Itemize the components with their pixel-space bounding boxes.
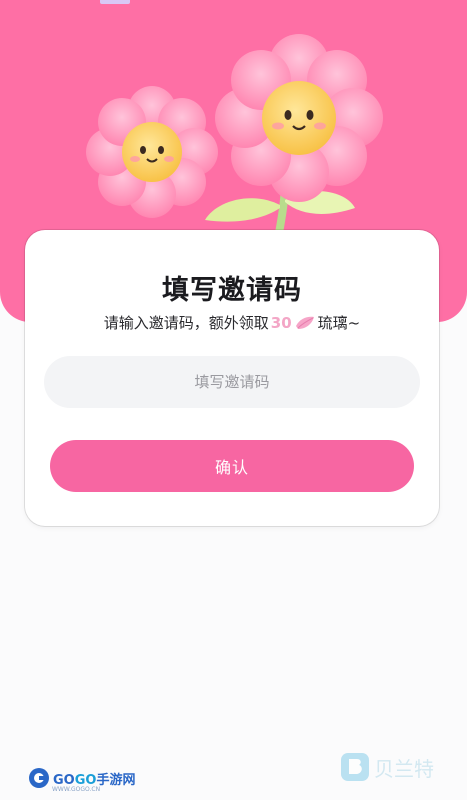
gogo-logo-icon	[29, 768, 49, 788]
invite-code-input[interactable]	[44, 356, 420, 408]
confirm-button[interactable]: 确认	[50, 440, 414, 492]
reward-amount: 30	[270, 313, 292, 332]
brand-logo-icon	[341, 753, 369, 781]
watermark-site-name: 手游网	[96, 772, 136, 788]
card-title: 填写邀请码	[162, 275, 302, 306]
subtitle-suffix: 琉璃~	[317, 314, 361, 332]
subtitle-prefix: 请输入邀请码，额外领取	[103, 314, 269, 332]
card-subtitle: 请输入邀请码，额外领取 30 琉璃~	[25, 312, 439, 333]
status-bar-indicator	[100, 0, 130, 4]
right-watermark: 贝兰特	[340, 752, 434, 782]
petal-icon	[295, 316, 314, 329]
watermark-url: WWW.GOGO.CN	[52, 786, 101, 793]
right-watermark-text: 贝兰特	[374, 756, 434, 781]
smiling-flowers-illustration	[86, 34, 383, 240]
